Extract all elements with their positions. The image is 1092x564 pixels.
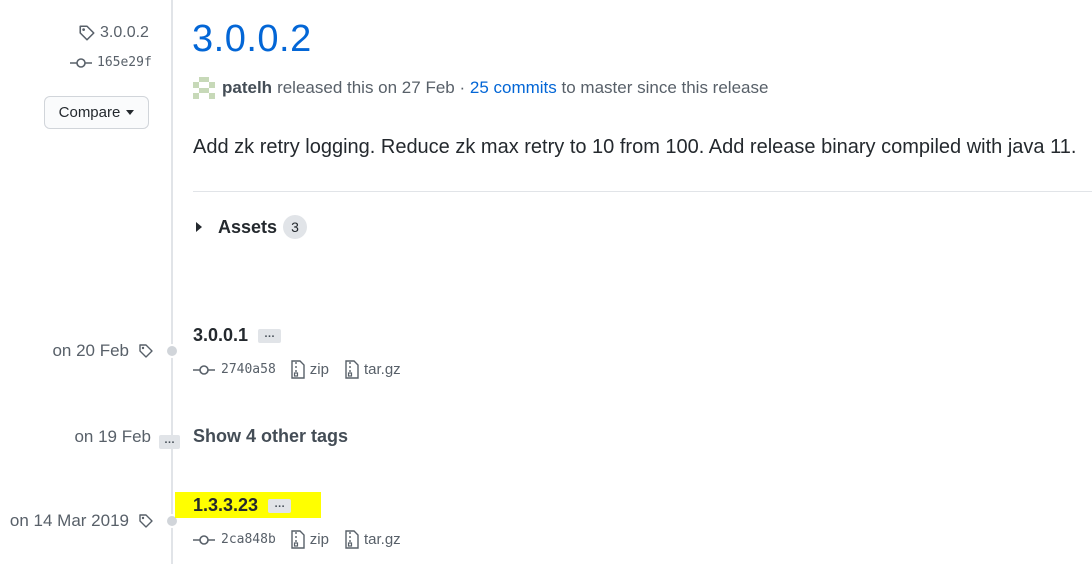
commits-link[interactable]: 25 commits (470, 78, 557, 98)
tag-date-13323: on 14 Mar 2019 (10, 511, 154, 531)
tag-entry-13323: 1.3.3.23 … (193, 495, 292, 516)
release-notes: Add zk retry logging. Reduce zk max retr… (193, 136, 1077, 158)
release-byline: patelh released this on 27 Feb · 25 comm… (193, 77, 768, 99)
tag-entry-3001: 3.0.0.1 … (193, 325, 282, 346)
tag-icon (139, 344, 153, 358)
targz-download-link[interactable]: tar.gz (345, 530, 401, 549)
caret-down-icon (126, 110, 135, 115)
assets-toggle[interactable]: Assets 3 (196, 214, 308, 240)
file-zip-icon (291, 360, 305, 379)
tag-icon (139, 514, 153, 528)
commit-sha-link[interactable]: 2ca848b (221, 532, 276, 547)
tag-name-link[interactable]: 3.0.0.1 (193, 325, 248, 346)
expand-tag-button[interactable]: … (258, 328, 282, 343)
other-tags-ellipsis[interactable]: … (159, 430, 180, 449)
tag-date-3001: on 20 Feb (52, 341, 154, 361)
git-commit-icon (193, 534, 215, 545)
file-zip-icon (345, 530, 359, 549)
commit-sha: 165e29f (97, 55, 152, 70)
zip-label: zip (309, 531, 329, 548)
compare-button-label: Compare (58, 104, 121, 121)
targz-download-link[interactable]: tar.gz (345, 360, 401, 379)
zip-download-link[interactable]: zip (291, 360, 329, 379)
other-tags-ellipsis-label: … (159, 435, 180, 449)
targz-label: tar.gz (363, 361, 401, 378)
author-link[interactable]: patelh (222, 78, 272, 98)
zip-download-link[interactable]: zip (291, 530, 329, 549)
file-zip-icon (291, 530, 305, 549)
tag-date-text: on 14 Mar 2019 (9, 511, 129, 530)
expand-tag-button[interactable]: … (268, 498, 292, 513)
tag-icon (79, 25, 95, 41)
commit-sha-link[interactable]: 2740a58 (221, 362, 276, 377)
timeline-dot (165, 344, 179, 358)
release-commit-link[interactable]: 165e29f (70, 55, 152, 70)
file-zip-icon (345, 360, 359, 379)
targz-label: tar.gz (363, 531, 401, 548)
divider (193, 191, 1092, 192)
released-text: released this on 27 Feb · (277, 78, 466, 97)
triangle-right-icon (196, 222, 202, 232)
tag-links-13323: 2ca848b zip tar.gz (193, 530, 417, 549)
avatar-icon[interactable] (193, 77, 215, 99)
other-tags-date: on 19 Feb (74, 427, 151, 446)
git-commit-icon (193, 364, 215, 375)
release-tag-link[interactable]: 3.0.0.2 (78, 22, 149, 44)
commits-suffix: to master since this release (561, 78, 769, 97)
tag-links-3001: 2740a58 zip tar.gz (193, 360, 417, 379)
tag-date-text: on 20 Feb (52, 341, 129, 360)
assets-label: Assets (218, 216, 278, 237)
assets-count-badge: 3 (283, 215, 308, 239)
zip-label: zip (309, 361, 329, 378)
git-commit-icon (70, 57, 92, 68)
compare-button[interactable]: Compare (44, 96, 149, 129)
release-tag-label: 3.0.0.2 (100, 24, 149, 41)
timeline-line (171, 0, 173, 564)
tag-name-link[interactable]: 1.3.3.23 (193, 495, 258, 516)
release-title[interactable]: 3.0.0.2 (192, 16, 312, 62)
show-other-tags-link[interactable]: Show 4 other tags (193, 426, 348, 447)
